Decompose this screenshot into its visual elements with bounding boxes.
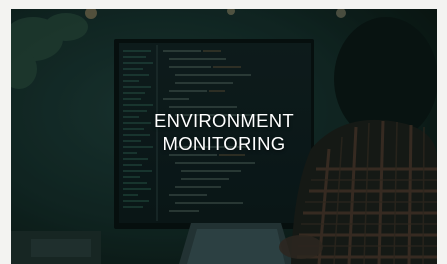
card-title-line-1: ENVIRONMENT: [154, 110, 294, 131]
card-title: ENVIRONMENT MONITORING: [11, 109, 437, 155]
card-title-line-2: MONITORING: [162, 133, 286, 154]
environment-monitoring-card[interactable]: ENVIRONMENT MONITORING: [11, 9, 437, 264]
